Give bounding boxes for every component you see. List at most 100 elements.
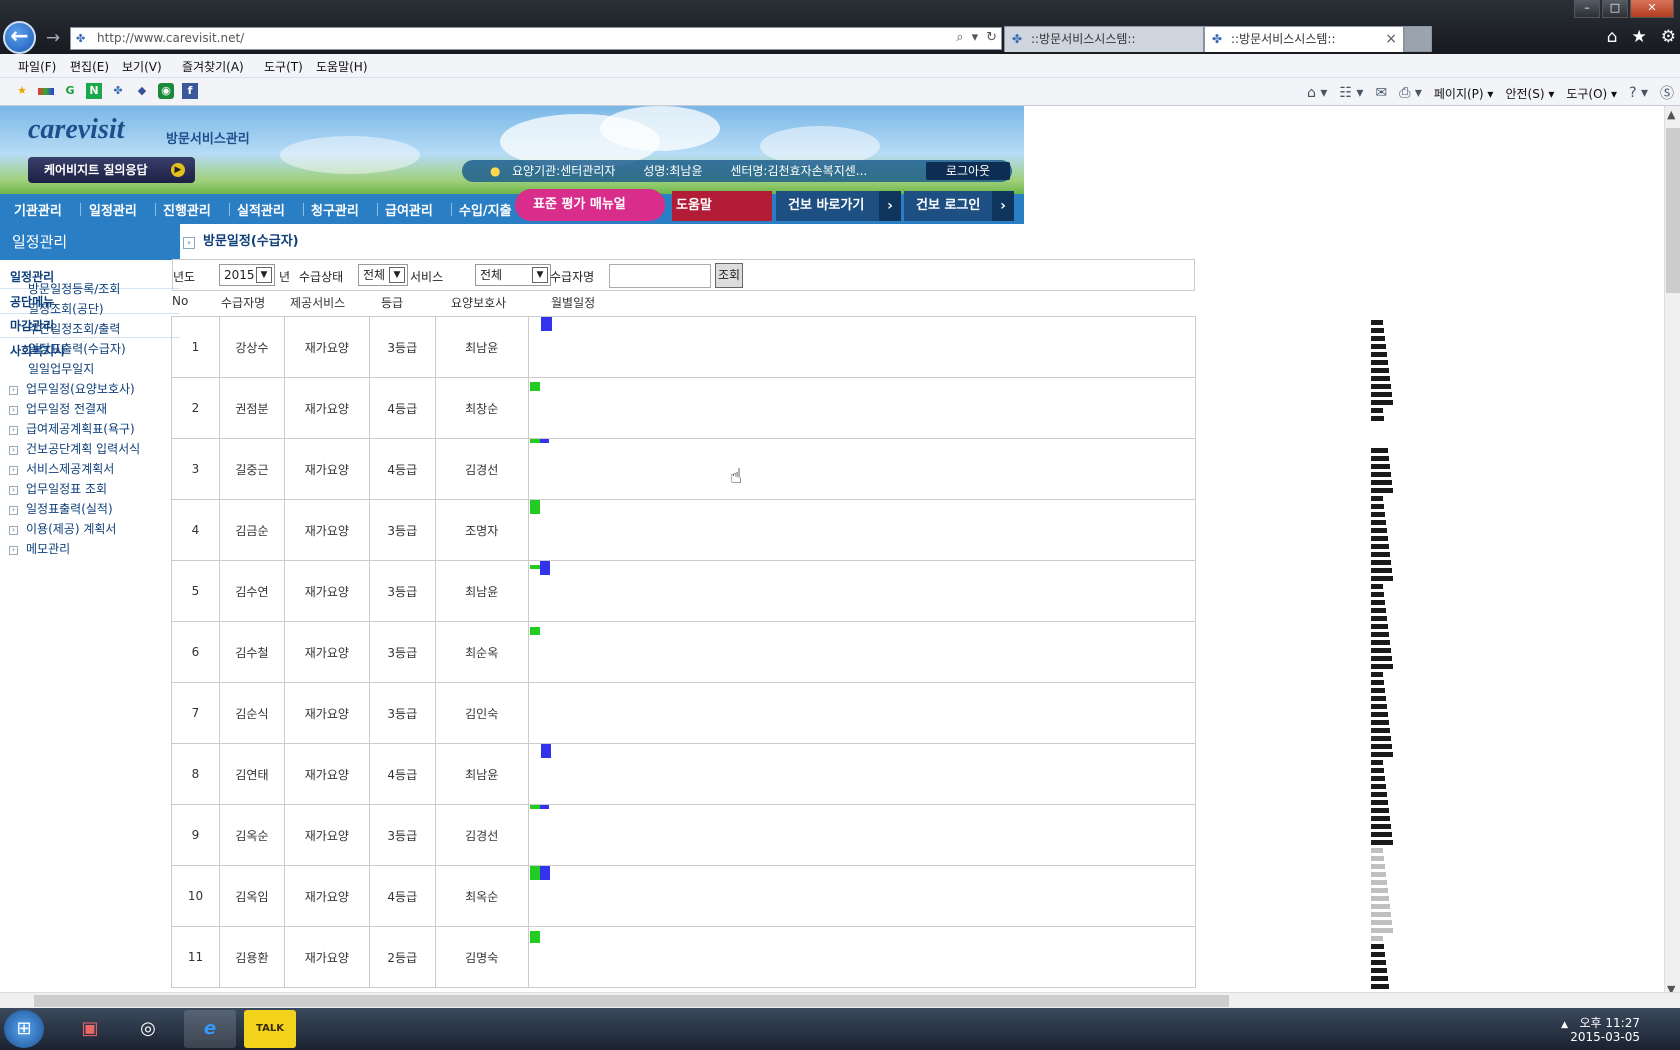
sidebar-item-service-plan[interactable]: › 서비스제공계획서 xyxy=(9,460,114,477)
menu-favorites[interactable]: 즐겨찾기(A) xyxy=(182,58,244,75)
scrollbar-thumb[interactable] xyxy=(1666,128,1680,293)
nav-progress[interactable]: 진행관리 xyxy=(163,200,211,219)
monthly-schedule-cell[interactable] xyxy=(527,560,1197,622)
internet-explorer-icon[interactable]: e xyxy=(184,1010,236,1048)
schedule-mark[interactable] xyxy=(540,744,551,758)
schedule-mark[interactable] xyxy=(539,439,549,443)
vertical-scrollbar[interactable]: ▲ ▼ xyxy=(1664,106,1680,998)
sidebar-item-memo[interactable]: › 메모관리 xyxy=(9,540,70,557)
home-icon[interactable]: ⌂ xyxy=(1607,27,1618,47)
table-row[interactable]: 8 김연태 재가요양 4등급 최남윤 xyxy=(171,743,1197,805)
menu-file[interactable]: 파일(F) xyxy=(18,58,56,75)
schedule-mark[interactable] xyxy=(529,866,540,880)
back-button[interactable]: ← xyxy=(3,21,36,54)
schedule-mark[interactable] xyxy=(529,439,540,443)
sidebar-item-approval[interactable]: › 업무일정 전결재 xyxy=(9,400,107,417)
refresh-icon[interactable]: ↻ xyxy=(986,30,997,45)
tools-menu[interactable]: 도구(O) ▾ xyxy=(1566,85,1617,102)
new-tab-button[interactable] xyxy=(1404,26,1432,52)
monthly-schedule-cell[interactable] xyxy=(527,438,1197,500)
horizontal-scrollbar[interactable] xyxy=(0,992,1680,1008)
schedule-mark[interactable] xyxy=(529,627,540,635)
print-icon[interactable]: ⎙ ▾ xyxy=(1399,85,1422,101)
maximize-button[interactable]: □ xyxy=(1602,0,1628,18)
table-row[interactable]: 7 김순식 재가요양 3등급 김인숙 xyxy=(171,682,1197,744)
tab-close-icon[interactable]: × xyxy=(1385,27,1397,51)
menu-edit[interactable]: 편집(E) xyxy=(70,58,109,75)
monthly-schedule-cell[interactable] xyxy=(527,377,1197,439)
table-row[interactable]: 5 김수연 재가요양 3등급 최남윤 xyxy=(171,560,1197,622)
schedule-mark[interactable] xyxy=(529,565,540,569)
page-menu[interactable]: 페이지(P) ▾ xyxy=(1434,85,1494,102)
search-icon[interactable]: ⌕ xyxy=(956,30,963,45)
search-button[interactable]: 조회 xyxy=(715,263,743,288)
mail-icon[interactable]: ✉ xyxy=(1375,85,1387,101)
help-icon[interactable]: ? ▾ xyxy=(1629,85,1648,101)
monthly-schedule-cell[interactable] xyxy=(527,499,1197,561)
bookmark-icon[interactable] xyxy=(38,88,54,95)
add-favorite-icon[interactable]: ★ xyxy=(14,83,30,99)
nav-schedule[interactable]: 일정관리 xyxy=(89,200,137,219)
browser-tab-2[interactable]: ✤ ::방문서비스시스템:: × xyxy=(1204,26,1404,52)
monthly-schedule-cell[interactable] xyxy=(527,743,1197,805)
media-player-icon[interactable]: ◎ xyxy=(122,1010,174,1048)
nav-performance[interactable]: 실적관리 xyxy=(237,200,285,219)
sidebar-item-caregiver-schedule[interactable]: › 업무일정(요양보호사) xyxy=(9,380,135,397)
menu-help[interactable]: 도움말(H) xyxy=(316,58,368,75)
table-row[interactable]: 4 김금순 재가요양 3등급 조명자 xyxy=(171,499,1197,561)
sidebar-item-usage-plan[interactable]: › 이용(제공) 계획서 xyxy=(9,520,116,537)
camera-link-icon[interactable]: ◉ xyxy=(158,83,174,99)
menu-view[interactable]: 보기(V) xyxy=(122,58,162,75)
sidebar-item-print-actual[interactable]: › 일정표출력(실적) xyxy=(9,500,113,517)
status-select[interactable]: 전체 ▼ xyxy=(358,264,408,286)
table-row[interactable]: 1 강상수 재가요양 3등급 최남윤 xyxy=(171,316,1197,378)
schedule-mark[interactable] xyxy=(540,317,552,331)
clock-time[interactable]: 오후 11:27 xyxy=(1580,1014,1640,1031)
year-select[interactable]: 2015 ▼ xyxy=(219,264,275,286)
monthly-schedule-cell[interactable] xyxy=(527,865,1197,927)
sidebar-sub-print[interactable]: 일정표출력(수급자) xyxy=(28,340,126,357)
close-window-button[interactable]: ✕ xyxy=(1630,0,1674,18)
table-row[interactable]: 9 김옥순 재가요양 3등급 김경선 xyxy=(171,804,1197,866)
address-bar[interactable]: ✤ http://www.carevisit.net/ ⌕ ▾ ↻ xyxy=(70,27,1002,50)
schedule-mark[interactable] xyxy=(539,805,549,809)
feeds-icon[interactable]: ☷ ▾ xyxy=(1339,85,1363,101)
clock-date[interactable]: 2015-03-05 xyxy=(1570,1030,1640,1044)
facebook-icon[interactable]: f xyxy=(182,83,198,99)
monthly-schedule-cell[interactable] xyxy=(527,682,1197,744)
service-select[interactable]: 전체 ▼ xyxy=(475,264,551,286)
monthly-schedule-cell[interactable] xyxy=(527,621,1197,683)
schedule-mark[interactable] xyxy=(539,866,550,880)
google-icon[interactable]: G xyxy=(62,83,78,99)
sidebar-sub-daily[interactable]: 일일업무일지 xyxy=(28,360,94,377)
nav-org[interactable]: 기관관리 xyxy=(14,200,62,219)
kb-shortcut-button[interactable]: 건보 바로가기 › xyxy=(776,191,901,221)
home-icon[interactable]: ⌂ ▾ xyxy=(1307,85,1327,101)
standard-manual-button[interactable]: 표준 평가 매뉴얼 xyxy=(515,189,665,221)
table-row[interactable]: 2 권점분 재가요양 4등급 최창순 xyxy=(171,377,1197,439)
scrollbar-thumb[interactable] xyxy=(34,995,1229,1007)
monthly-schedule-cell[interactable] xyxy=(527,804,1197,866)
sidebar-item-nhis-input[interactable]: › 건보공단계획 입력서식 xyxy=(9,440,140,457)
schedule-mark[interactable] xyxy=(529,382,540,391)
qa-button[interactable]: 케어비지트 질의응답 ▶ xyxy=(28,157,195,183)
settings-gear-icon[interactable]: ⚙ xyxy=(1661,27,1676,47)
browser-tab-1[interactable]: ✤ ::방문서비스시스템:: xyxy=(1004,26,1204,52)
schedule-mark[interactable] xyxy=(529,931,540,943)
logout-button[interactable]: 로그아웃 xyxy=(926,162,1010,180)
table-row[interactable]: 3 길중근 재가요양 4등급 김경선 xyxy=(171,438,1197,500)
scroll-up-icon[interactable]: ▲ xyxy=(1667,108,1675,121)
minimize-button[interactable]: – xyxy=(1574,0,1600,18)
kb-login-button[interactable]: 건보 로그인 › xyxy=(904,191,1014,221)
menu-tools[interactable]: 도구(T) xyxy=(264,58,303,75)
nav-payroll[interactable]: 급여관리 xyxy=(385,200,433,219)
diamond-link-icon[interactable]: ◆ xyxy=(134,83,150,99)
table-row[interactable]: 6 김수철 재가요양 3등급 최순옥 xyxy=(171,621,1197,683)
skype-icon[interactable]: Ⓢ xyxy=(1660,83,1674,103)
safety-menu[interactable]: 안전(S) ▾ xyxy=(1505,85,1554,102)
sidebar-sub-weekly[interactable]: 주간일정조회/출력 xyxy=(28,320,120,337)
schedule-mark[interactable] xyxy=(539,561,550,575)
sidebar-item-work-schedule[interactable]: › 업무일정표 조회 xyxy=(9,480,107,497)
recipient-name-input[interactable] xyxy=(609,264,711,288)
sidebar-sub-visit-schedule[interactable]: 방문일정등록/조회 xyxy=(28,280,120,297)
